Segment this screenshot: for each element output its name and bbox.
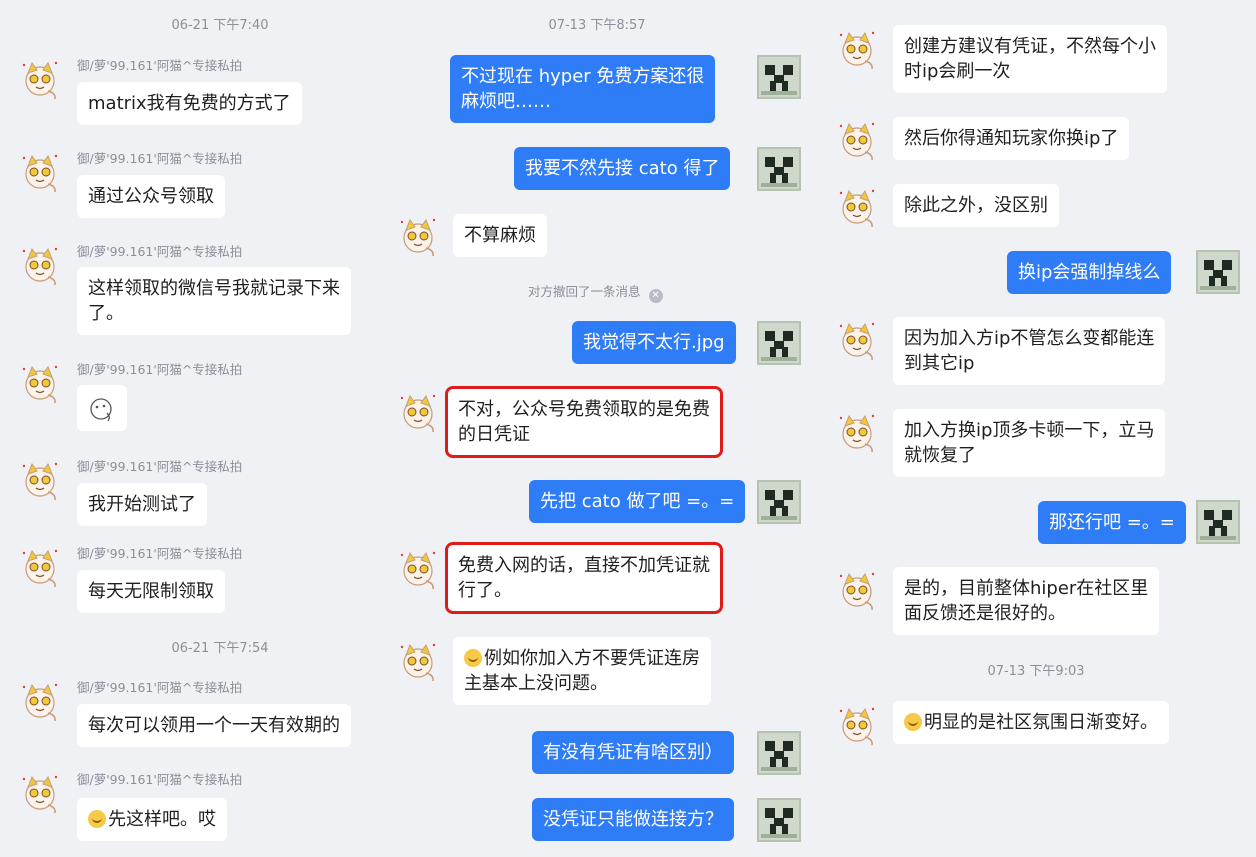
smile-emoji-icon (88, 810, 106, 828)
message-bubble-self[interactable]: 不过现在 hyper 免费方案还很 麻烦吧…… (450, 55, 716, 123)
creeper-avatar-icon[interactable] (1196, 250, 1240, 294)
cat-avatar-icon[interactable] (18, 545, 62, 589)
message-bubble[interactable]: 除此之外，没区别 (893, 184, 1059, 227)
cat-avatar-icon[interactable] (835, 27, 879, 71)
recall-notice: 对方撤回了一条消息 ✕ (528, 281, 663, 303)
cat-avatar-icon[interactable] (396, 214, 440, 258)
cat-avatar-icon[interactable] (835, 703, 879, 747)
sender-name: 御/萝'99.161'阿猫^专接私拍 (77, 546, 243, 561)
cat-avatar-icon[interactable] (835, 118, 879, 162)
creeper-avatar-icon[interactable] (757, 731, 801, 775)
creeper-avatar-icon[interactable] (757, 480, 801, 524)
message-bubble[interactable]: 这样领取的微信号我就记录下来 了。 (77, 267, 351, 335)
message-bubble-self[interactable]: 我觉得不太行.jpg (572, 321, 736, 364)
cat-avatar-icon[interactable] (18, 771, 62, 815)
message-bubble-self[interactable]: 那还行吧 =。= (1038, 501, 1186, 544)
message-bubble[interactable]: 加入方换ip顶多卡顿一下，立马 就恢复了 (893, 409, 1166, 477)
message-bubble[interactable]: 明显的是社区氛围日渐变好。 (893, 701, 1169, 744)
message-bubble[interactable]: 例如你加入方不要凭证连房 主基本上没问题。 (453, 637, 711, 705)
cat-avatar-icon[interactable] (835, 185, 879, 229)
message-bubble-self[interactable]: 没凭证只能做连接方？ (532, 798, 734, 841)
message-bubble[interactable]: 不算麻烦 (453, 214, 547, 257)
smile-emoji-icon (464, 649, 482, 667)
message-bubble[interactable]: 创建方建议有凭证，不然每个小 时ip会刷一次 (893, 25, 1167, 93)
cat-avatar-icon[interactable] (18, 57, 62, 101)
message-bubble-highlighted[interactable]: 不对，公众号免费领取的是免费 的日凭证 (445, 386, 723, 458)
message-bubble[interactable]: 然后你得通知玩家你换ip了 (893, 117, 1130, 160)
cat-avatar-icon[interactable] (18, 150, 62, 194)
timestamp: 06-21 下午7:54 (171, 641, 269, 656)
sender-name: 御/萝'99.161'阿猫^专接私拍 (77, 680, 243, 695)
smile-emoji-icon (904, 713, 922, 731)
close-icon[interactable]: ✕ (648, 289, 663, 303)
cat-avatar-icon[interactable] (18, 458, 62, 502)
sender-name: 御/萝'99.161'阿猫^专接私拍 (77, 151, 243, 166)
chat-column-1: 06-21 下午7:40 御/萝'99.161'阿猫^专接私拍 matrix我有… (0, 0, 410, 857)
creeper-avatar-icon[interactable] (757, 321, 801, 365)
chat-column-3: 创建方建议有凭证，不然每个小 时ip会刷一次 然后你得通知玩家你换ip了 除此之… (830, 0, 1256, 857)
cat-avatar-icon[interactable] (835, 568, 879, 612)
creeper-avatar-icon[interactable] (757, 147, 801, 191)
message-bubble-highlighted[interactable]: 免费入网的话，直接不加凭证就 行了。 (445, 542, 723, 614)
message-bubble[interactable]: 是的，目前整体hiper在社区里 面反馈还是很好的。 (893, 567, 1160, 635)
message-bubble[interactable]: 先这样吧。哎 (77, 798, 227, 841)
message-bubble[interactable]: matrix我有免费的方式了 (77, 82, 302, 125)
sticker-bubble[interactable] (77, 385, 127, 431)
sender-name: 御/萝'99.161'阿猫^专接私拍 (77, 362, 243, 377)
message-bubble[interactable]: 通过公众号领取 (77, 175, 225, 218)
cat-avatar-icon[interactable] (396, 547, 440, 591)
cat-avatar-icon[interactable] (396, 390, 440, 434)
sticker-icon (90, 398, 112, 422)
creeper-avatar-icon[interactable] (757, 55, 801, 99)
timestamp: 07-13 下午9:03 (987, 664, 1085, 679)
sender-name: 御/萝'99.161'阿猫^专接私拍 (77, 772, 243, 787)
cat-avatar-icon[interactable] (835, 410, 879, 454)
creeper-avatar-icon[interactable] (757, 798, 801, 842)
message-bubble[interactable]: 每次可以领用一个一天有效期的 (77, 704, 351, 747)
cat-avatar-icon[interactable] (835, 318, 879, 362)
timestamp: 06-21 下午7:40 (171, 18, 269, 33)
cat-avatar-icon[interactable] (18, 361, 62, 405)
sender-name: 御/萝'99.161'阿猫^专接私拍 (77, 58, 243, 73)
cat-avatar-icon[interactable] (18, 679, 62, 723)
creeper-avatar-icon[interactable] (1196, 500, 1240, 544)
message-bubble[interactable]: 每天无限制领取 (77, 570, 225, 613)
message-bubble[interactable]: 因为加入方ip不管怎么变都能连 到其它ip (893, 317, 1166, 385)
message-bubble-self[interactable]: 有没有凭证有啥区别） (532, 731, 734, 774)
sender-name: 御/萝'99.161'阿猫^专接私拍 (77, 459, 243, 474)
timestamp: 07-13 下午8:57 (548, 18, 646, 33)
message-bubble-self[interactable]: 我要不然先接 cato 得了 (514, 147, 731, 190)
message-bubble-self[interactable]: 换ip会强制掉线么 (1007, 251, 1172, 294)
chat-column-2: 07-13 下午8:57 不过现在 hyper 免费方案还很 麻烦吧…… 我要不… (396, 0, 830, 857)
cat-avatar-icon[interactable] (396, 639, 440, 683)
sender-name: 御/萝'99.161'阿猫^专接私拍 (77, 244, 243, 259)
message-bubble[interactable]: 我开始测试了 (77, 483, 207, 526)
cat-avatar-icon[interactable] (18, 243, 62, 287)
message-bubble-self[interactable]: 先把 cato 做了吧 =。= (529, 480, 746, 523)
